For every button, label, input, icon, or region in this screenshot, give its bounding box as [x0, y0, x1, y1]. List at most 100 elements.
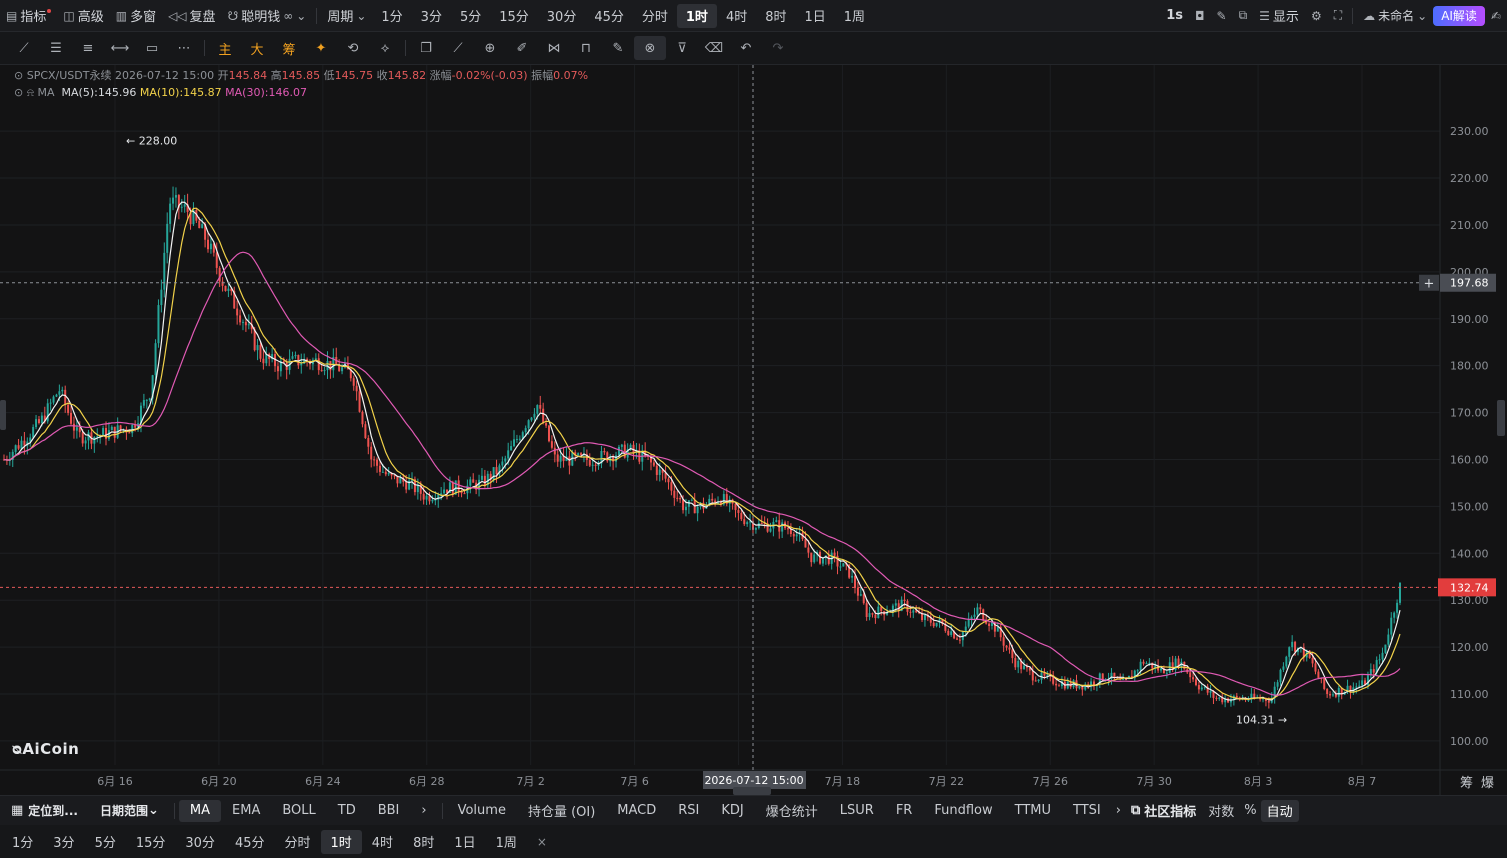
quick-period-0[interactable]: 1分 — [2, 830, 43, 854]
sub-indicator-6[interactable]: LSUR — [829, 800, 885, 822]
period-tab-2[interactable]: 5分 — [451, 4, 490, 28]
sync-icon[interactable]: ⟲ — [337, 36, 369, 60]
chips-corner-button[interactable]: 筹 — [1460, 775, 1473, 791]
parallel-lines-icon[interactable]: ≡ — [72, 36, 104, 60]
indicator-button[interactable]: ▤ 指标 — [0, 4, 57, 28]
quick-period-10[interactable]: 1日 — [444, 830, 485, 854]
popout-button[interactable]: ⧉ — [1233, 4, 1254, 28]
chips-chip[interactable]: 筹 — [273, 36, 305, 60]
candlestick-chart[interactable]: 230.00220.00210.00200.00190.00180.00170.… — [0, 65, 1507, 795]
auto-scale-toggle[interactable]: 自动 — [1260, 799, 1299, 822]
plus-icon[interactable]: + — [1424, 277, 1435, 292]
quick-period-2[interactable]: 5分 — [85, 830, 126, 854]
ruler-icon[interactable]: ⟋ — [442, 36, 474, 60]
quick-period-9[interactable]: 8时 — [403, 830, 444, 854]
copy-icon[interactable]: ❐ — [410, 36, 442, 60]
ai-edit-button[interactable]: ✍ — [1485, 4, 1507, 28]
layout-name-dropdown[interactable]: ☁ 未命名 ⌄ — [1357, 4, 1433, 28]
alarm-icon[interactable]: ⍾ — [27, 86, 34, 99]
main-chip[interactable]: 主 — [209, 36, 241, 60]
date-range-dropdown[interactable]: 日期范围 ⌄ — [89, 800, 170, 822]
more-main-chevron-icon[interactable]: › — [410, 800, 437, 822]
measure-icon[interactable]: ⟡ — [369, 36, 401, 60]
pen-icon[interactable]: ✐ — [506, 36, 538, 60]
period-tab-7[interactable]: 1时 — [676, 3, 717, 28]
magic-wand-icon[interactable]: ✦ — [305, 36, 337, 60]
period-tab-5[interactable]: 45分 — [585, 4, 633, 28]
community-indicators-button[interactable]: ⧉ 社区指标 — [1125, 800, 1202, 822]
main-indicator-4[interactable]: BBI — [367, 800, 411, 822]
quick-period-8[interactable]: 4时 — [362, 830, 403, 854]
settings-button[interactable]: ⚙ — [1305, 4, 1328, 28]
right-collapse-handle[interactable] — [1497, 400, 1505, 436]
main-indicator-3[interactable]: TD — [327, 800, 367, 822]
period-tab-3[interactable]: 15分 — [490, 4, 538, 28]
sub-indicator-9[interactable]: TTMU — [1004, 800, 1062, 822]
period-tab-1[interactable]: 3分 — [412, 4, 451, 28]
period-tab-0[interactable]: 1分 — [372, 4, 411, 28]
percent-scale-toggle[interactable]: % — [1240, 800, 1260, 822]
magnet-icon[interactable]: ⊗ — [634, 36, 666, 60]
liquidation-corner-button[interactable]: 爆 — [1481, 776, 1494, 791]
sub-indicator-3[interactable]: RSI — [667, 800, 710, 822]
camera-button[interactable]: ◘ — [1189, 4, 1211, 28]
advanced-button[interactable]: ◫ 高级 — [57, 4, 109, 28]
line-tool-icon[interactable]: ⟋ — [8, 36, 40, 60]
close-period-bar-icon[interactable]: × — [527, 830, 557, 854]
quick-period-7[interactable]: 1时 — [320, 829, 362, 854]
edit-button[interactable]: ✎ — [1211, 4, 1233, 28]
period-dropdown[interactable]: 周期 ⌄ — [321, 4, 372, 28]
price-chart[interactable]: 230.00 220.00 210.00 200.00 190.00 180.00 170.… — [0, 65, 1507, 795]
display-button[interactable]: ☰ 显示 — [1253, 4, 1305, 28]
collapse-icon[interactable]: ⊙ — [14, 86, 23, 99]
redo-icon[interactable]: ↷ — [762, 36, 794, 60]
quick-period-3[interactable]: 15分 — [126, 830, 176, 854]
horizontal-lines-icon[interactable]: ☰ — [40, 36, 72, 60]
mirror-icon[interactable]: ⋈ — [538, 36, 570, 60]
log-scale-toggle[interactable]: 对数 — [1202, 800, 1240, 822]
quick-period-11[interactable]: 1周 — [486, 830, 527, 854]
smart-money-button[interactable]: ☋ 聪明钱 ∞ ⌄ — [222, 4, 313, 28]
locate-button[interactable]: ▦ 定位到... — [0, 800, 89, 822]
quick-period-6[interactable]: 分时 — [274, 830, 320, 854]
zoom-in-icon[interactable]: ⊕ — [474, 36, 506, 60]
edit-box-icon[interactable]: ✎ — [602, 36, 634, 60]
quick-period-5[interactable]: 45分 — [225, 830, 275, 854]
period-tab-9[interactable]: 8时 — [756, 4, 795, 28]
sub-indicator-7[interactable]: FR — [885, 800, 924, 822]
sub-indicator-4[interactable]: KDJ — [710, 800, 754, 822]
replay-button[interactable]: ◁◁ 复盘 — [162, 4, 221, 28]
fullscreen-button[interactable]: ⛶ — [1328, 4, 1348, 28]
sub-indicator-8[interactable]: Fundflow — [923, 800, 1003, 822]
period-tab-11[interactable]: 1周 — [835, 4, 874, 28]
ai-interpret-button[interactable]: AI解读 — [1433, 5, 1485, 26]
rectangle-icon[interactable]: ▭ — [136, 36, 168, 60]
more-sub-chevron-icon[interactable]: › — [1112, 800, 1125, 822]
undo-icon[interactable]: ↶ — [730, 36, 762, 60]
quick-period-1[interactable]: 3分 — [43, 830, 84, 854]
quick-period-4[interactable]: 30分 — [175, 830, 225, 854]
period-tab-6[interactable]: 分时 — [633, 4, 677, 28]
period-tab-10[interactable]: 1日 — [796, 4, 835, 28]
period-tab-8[interactable]: 4时 — [717, 4, 756, 28]
sub-indicator-10[interactable]: TTSI — [1062, 800, 1112, 822]
left-collapse-handle[interactable] — [0, 400, 6, 430]
big-chip[interactable]: 大 — [241, 36, 273, 60]
hline-icon[interactable]: ⟷ — [104, 36, 136, 60]
interval-1s[interactable]: 1s — [1160, 4, 1189, 28]
filter-icon[interactable]: ⊽ — [666, 36, 698, 60]
lock-icon[interactable]: ⊓ — [570, 36, 602, 60]
main-indicator-1[interactable]: EMA — [221, 800, 271, 822]
collapse-icon[interactable]: ⊙ — [14, 69, 23, 82]
main-indicator-2[interactable]: BOLL — [271, 800, 326, 822]
multi-window-button[interactable]: ▥ 多窗 — [110, 4, 162, 28]
sub-indicator-1[interactable]: 持仓量 (OI) — [517, 800, 606, 822]
main-indicator-0[interactable]: MA — [178, 799, 222, 822]
trash-icon[interactable]: ⌫ — [698, 36, 730, 60]
period-tab-4[interactable]: 30分 — [538, 4, 586, 28]
sub-indicator-0[interactable]: Volume — [447, 800, 517, 822]
sub-indicator-5[interactable]: 爆仓统计 — [755, 800, 829, 822]
bottom-collapse-handle[interactable] — [733, 787, 771, 795]
dots-icon[interactable]: ⋯ — [168, 36, 200, 60]
sub-indicator-2[interactable]: MACD — [606, 800, 667, 822]
